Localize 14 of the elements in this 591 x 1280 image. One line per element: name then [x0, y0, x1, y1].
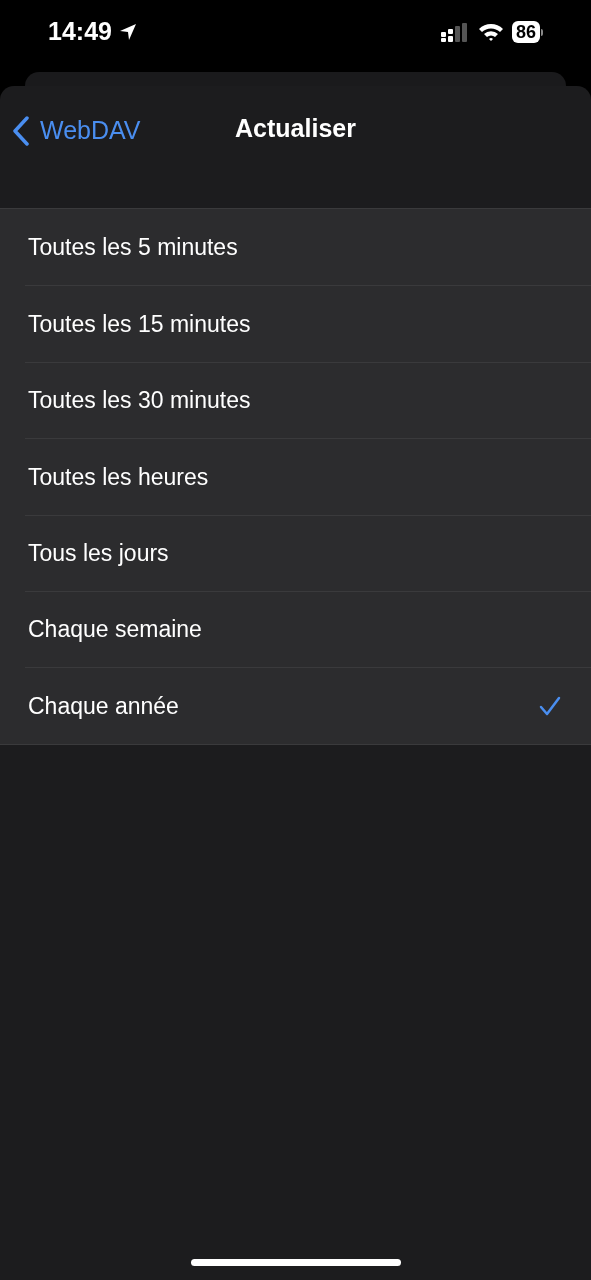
cellular-signal-icon	[439, 22, 470, 42]
back-button[interactable]: WebDAV	[12, 112, 141, 150]
option-row[interactable]: Tous les jours	[25, 514, 591, 591]
option-row[interactable]: Toutes les heures	[25, 438, 591, 515]
option-row[interactable]: Toutes les 15 minutes	[25, 285, 591, 362]
option-row[interactable]: Chaque semaine	[25, 590, 591, 668]
option-row[interactable]: Toutes les 5 minutes	[0, 209, 591, 286]
status-time: 14:49	[48, 16, 112, 48]
wifi-icon	[477, 22, 504, 42]
option-row[interactable]: Toutes les 30 minutes	[25, 361, 591, 439]
nav-title: Actualiser	[235, 113, 356, 145]
battery-indicator: 86	[511, 21, 543, 43]
chevron-left-icon	[12, 115, 30, 146]
option-row[interactable]: Chaque année	[25, 667, 591, 744]
